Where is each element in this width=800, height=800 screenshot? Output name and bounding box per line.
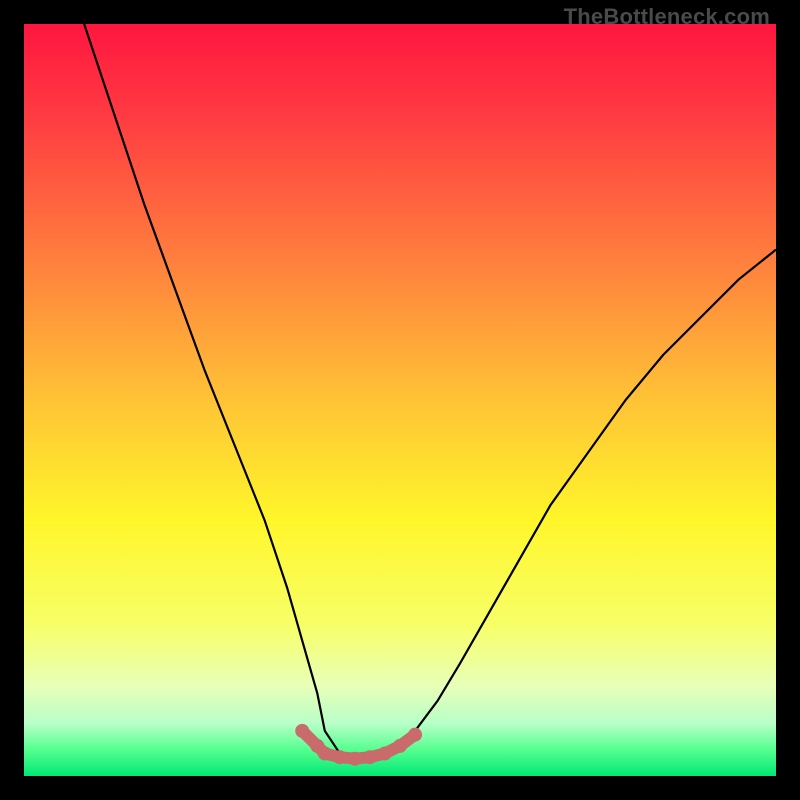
chart-curves [24, 24, 776, 776]
floor-highlight-dots [295, 724, 422, 766]
main-curve [84, 24, 776, 761]
floor-dot [333, 750, 347, 764]
floor-dot [363, 750, 377, 764]
floor-dot [378, 746, 392, 760]
floor-dot [295, 724, 309, 738]
floor-dot [348, 752, 362, 766]
plot-area [24, 24, 776, 776]
watermark-text: TheBottleneck.com [564, 4, 770, 30]
chart-frame: TheBottleneck.com [0, 0, 800, 800]
floor-dot [318, 746, 332, 760]
floor-dot [408, 728, 422, 742]
floor-dot [393, 739, 407, 753]
